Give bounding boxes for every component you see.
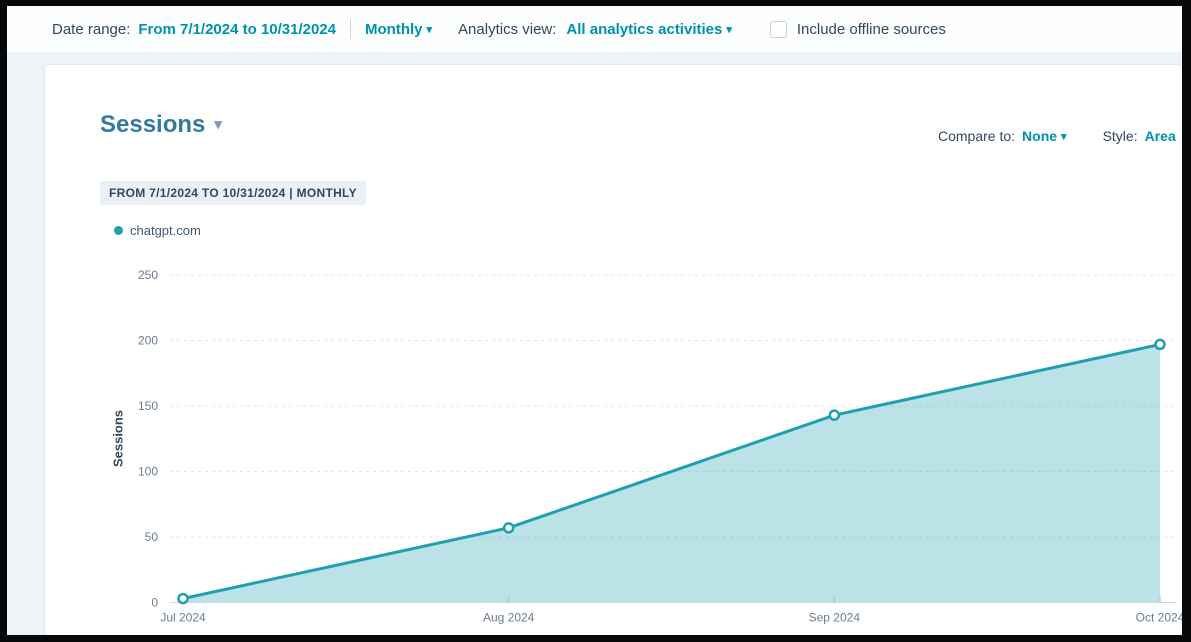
report-card: Sessions▾ Compare to: None▾ Style: Area … [45,65,1182,635]
chevron-down-icon: ▾ [427,24,433,36]
svg-text:Jul 2024: Jul 2024 [160,611,206,625]
svg-text:50: 50 [145,530,159,544]
svg-text:Oct 2024: Oct 2024 [1136,611,1182,625]
date-range-value[interactable]: From 7/1/2024 to 10/31/2024 [138,21,336,38]
analytics-view-dropdown[interactable]: All analytics activities▾ [566,21,731,38]
toolbar-divider [350,19,351,39]
frequency-dropdown[interactable]: Monthly▾ [365,21,432,38]
date-range-label: Date range: [52,21,130,38]
svg-text:250: 250 [138,268,158,282]
offline-sources-checkbox[interactable] [770,21,787,38]
svg-text:100: 100 [138,465,158,479]
filters-toolbar: Date range: From 7/1/2024 to 10/31/2024 … [7,6,1182,52]
offline-sources-label[interactable]: Include offline sources [797,21,946,38]
svg-text:200: 200 [138,334,158,348]
svg-text:Sep 2024: Sep 2024 [809,611,861,625]
svg-text:Aug 2024: Aug 2024 [483,611,535,625]
analytics-view-label: Analytics view: [458,21,556,38]
svg-text:150: 150 [138,399,158,413]
app-viewport: Date range: From 7/1/2024 to 10/31/2024 … [7,6,1182,635]
chevron-down-icon: ▾ [726,24,732,36]
sessions-area-chart[interactable]: 0 50 100 150 200 250 Jul 2024 Aug 2024 Sep 2024 O… [45,65,1182,635]
svg-text:0: 0 [151,596,158,610]
